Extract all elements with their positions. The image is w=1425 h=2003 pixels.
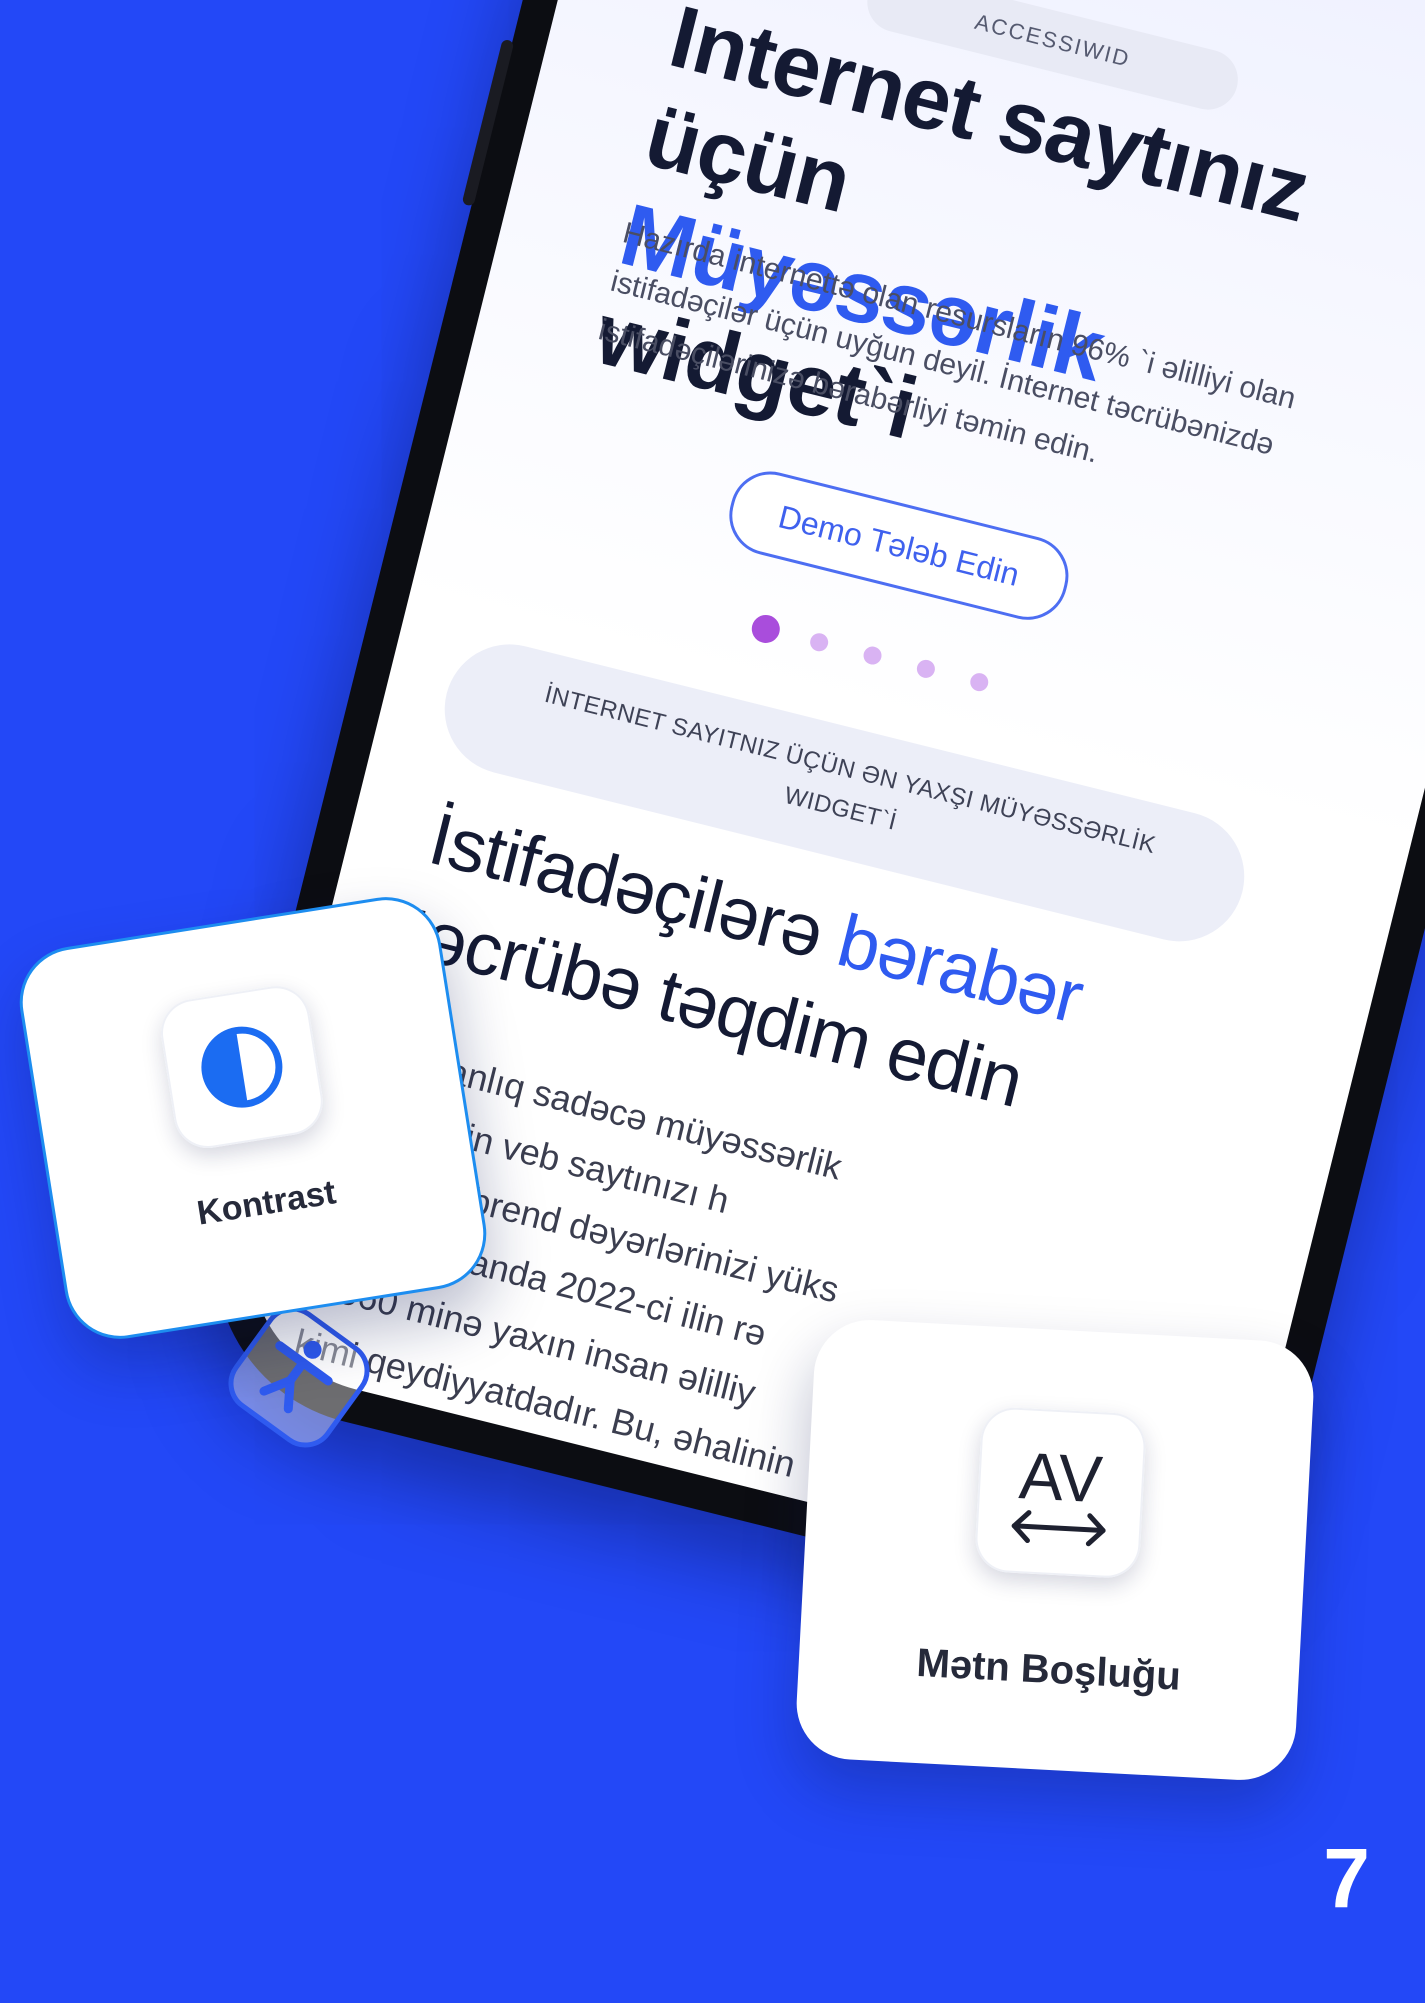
contrast-card-label: Kontrast (194, 1173, 339, 1233)
carousel-dot[interactable] (808, 631, 831, 654)
text-spacing-feature-card[interactable]: AV Mətn Boşluğu (793, 1317, 1317, 1783)
page-number: 7 (1323, 1831, 1370, 1925)
contrast-icon (201, 1026, 283, 1108)
carousel-dot[interactable] (914, 657, 937, 680)
text-spacing-icon-tile: AV (973, 1406, 1148, 1580)
phone-side-button (461, 38, 515, 207)
carousel-dot[interactable] (968, 671, 991, 694)
text-spacing-icon-letters: AV (1017, 1438, 1104, 1516)
carousel-dot[interactable] (861, 644, 884, 667)
text-spacing-icon: AV (1011, 1438, 1106, 1547)
contrast-feature-card[interactable]: Kontrast (11, 889, 495, 1347)
text-spacing-card-label: Mətn Boşluğu (915, 1640, 1182, 1699)
contrast-icon-tile (156, 981, 328, 1153)
carousel-dot[interactable] (748, 611, 783, 646)
carousel-dots (748, 611, 1009, 703)
page: ACCESSIWID Internet saytınız üçün Müyəss… (0, 0, 1425, 2003)
